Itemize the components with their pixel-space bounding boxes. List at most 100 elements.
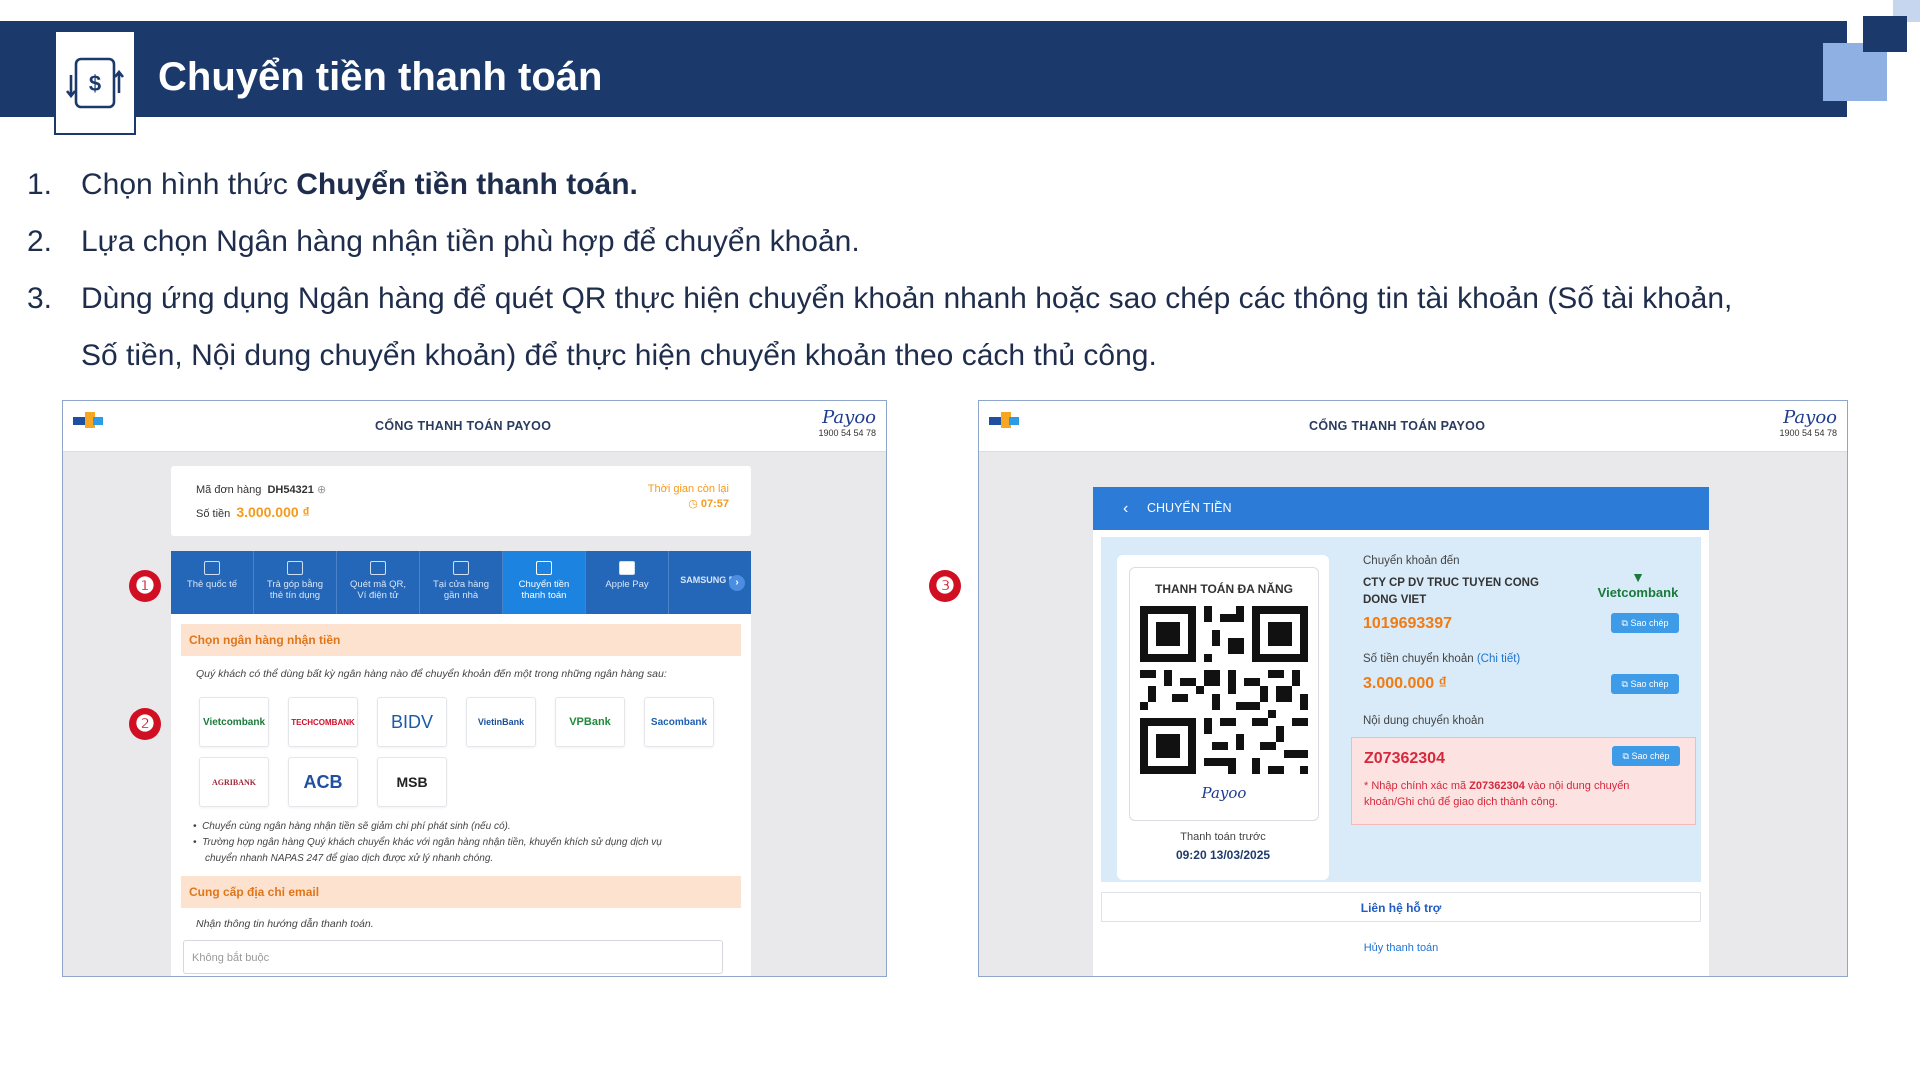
hotline: 1900 54 54 78 xyxy=(818,428,876,438)
copy-amount-button[interactable]: ⧉ Sao chép xyxy=(1611,674,1679,694)
slide-title: Chuyển tiền thanh toán xyxy=(158,55,603,99)
email-note: Nhận thông tin hướng dẫn thanh toán. xyxy=(196,918,374,930)
bank-sacombank[interactable]: Sacombank xyxy=(644,697,714,747)
step-text: Chọn hình thức xyxy=(81,168,297,201)
tab-samsung-pay[interactable]: SAMSUNG Pa › xyxy=(669,551,751,614)
content-label: Nội dung chuyển khoản xyxy=(1363,715,1484,727)
cancel-payment-link[interactable]: Hủy thanh toán xyxy=(1093,942,1709,954)
steps-list: 1. Chọn hình thức Chuyển tiền thanh toán… xyxy=(27,156,1887,384)
payoo-logo: Payoo xyxy=(1783,407,1837,428)
bank-acb[interactable]: ACB xyxy=(288,757,358,807)
bank-vietinbank[interactable]: VietinBank xyxy=(466,697,536,747)
tab-qr-wallet[interactable]: Quét mã QR, Ví điện tử xyxy=(337,551,420,614)
vietcombank-leaf-icon: ▼ xyxy=(1631,569,1645,585)
gateway-title: CỔNG THANH TOÁN PAYOO xyxy=(375,419,552,433)
tab-apple-pay[interactable]: Apple Pay xyxy=(586,551,669,614)
amount-label: Số tiền xyxy=(196,508,231,520)
qr-icon xyxy=(370,561,386,575)
step-text: Lựa chọn Ngân hàng nhận tiền phù hợp để … xyxy=(81,225,860,258)
pay-before-value: 09:20 13/03/2025 xyxy=(1175,848,1271,862)
order-summary-card: Mã đơn hàng DH54321 ⊕ Số tiền 3.000.000 … xyxy=(171,466,751,536)
transfer-to-label: Chuyển khoản đến xyxy=(1363,555,1460,567)
tab-store[interactable]: Tại cửa hàng gần nhà xyxy=(420,551,503,614)
transfer-info-area: THANH TOÁN ĐA NĂNG Payoo Thanh toán trướ… xyxy=(1101,537,1701,882)
content-warning: * Nhập chính xác mã Z07362304 vào nội du… xyxy=(1364,780,1630,808)
store-icon xyxy=(453,561,469,575)
info-icon[interactable]: ⊕ xyxy=(317,484,326,496)
transfer-icon xyxy=(536,561,552,575)
step-3: 3. Dùng ứng dụng Ngân hàng để quét QR th… xyxy=(27,270,1887,384)
company-name-cont: DONG VIET xyxy=(1363,594,1427,606)
payoo-logo: Payoo xyxy=(822,407,876,428)
bank-section-note: Quý khách có thể dùng bất kỳ ngân hàng n… xyxy=(196,668,667,680)
qr-title: THANH TOÁN ĐA NĂNG xyxy=(1155,582,1293,596)
qr-payoo-logo: Payoo xyxy=(1201,784,1247,802)
payment-method-tabs: Thẻ quốc tế Trả góp bằng thẻ tín dụng Qué… xyxy=(171,551,751,620)
screenshot-transfer-details: CỔNG THANH TOÁN PAYOO Payoo 1900 54 54 7… xyxy=(978,400,1848,977)
transfer-content-box: Z07362304 ⧉ Sao chép * Nhập chính xác mã… xyxy=(1351,737,1696,825)
order-id: DH54321 xyxy=(267,484,314,496)
pay-before-label: Thanh toán trước xyxy=(1180,831,1266,843)
bank-agribank[interactable]: AGRIBANK xyxy=(199,757,269,807)
installment-icon xyxy=(287,561,303,575)
note-item: Trường hợp ngân hàng Quý khách chuyển kh… xyxy=(202,837,662,848)
note-item: chuyển nhanh NAPAS 247 để giao dịch được… xyxy=(205,853,494,864)
bank-notes: • Chuyển cùng ngân hàng nhận tiền sẽ giả… xyxy=(193,819,662,867)
screenshot-bank-selection: CỔNG THANH TOÁN PAYOO Payoo 1900 54 54 7… xyxy=(62,400,887,977)
step-text-line2: Số tiền, Nội dung chuyển khoản) để thực … xyxy=(81,339,1157,372)
qr-code xyxy=(1140,606,1308,774)
company-name: CTY CP DV TRUC TUYEN CONG xyxy=(1363,577,1539,589)
tab-installment[interactable]: Trả góp bằng thẻ tín dụng xyxy=(254,551,337,614)
step-badge-3: ❸ xyxy=(929,570,961,602)
copy-content-button[interactable]: ⧉ Sao chép xyxy=(1612,746,1680,766)
timer-value: 07:57 xyxy=(700,498,729,510)
account-number: 1019693397 xyxy=(1363,615,1452,632)
bank-bidv[interactable]: BIDV xyxy=(377,697,447,747)
transfer-frame: ‹ CHUYỂN TIỀN THANH TOÁN ĐA NĂNG Payoo T… xyxy=(1093,487,1709,976)
email-input[interactable]: Không bắt buộc xyxy=(183,940,723,974)
bank-vpbank[interactable]: VPBank xyxy=(555,697,625,747)
bank-msb[interactable]: MSB xyxy=(377,757,447,807)
tab-international-card[interactable]: Thẻ quốc tế xyxy=(171,551,254,614)
gateway-title: CỔNG THANH TOÁN PAYOO xyxy=(1309,419,1486,433)
support-button[interactable]: Liên hệ hỗ trợ xyxy=(1101,892,1701,922)
amount-value: 3.000.000 ₫ xyxy=(236,504,310,520)
step-1: 1. Chọn hình thức Chuyển tiền thanh toán… xyxy=(27,156,1887,213)
qr-card: THANH TOÁN ĐA NĂNG Payoo Thanh toán trướ… xyxy=(1117,555,1329,880)
step-text-bold: Chuyển tiền thanh toán. xyxy=(296,168,638,201)
transfer-amount: 3.000.000 ₫ xyxy=(1363,675,1447,692)
bank-section-title: Chọn ngân hàng nhận tiền xyxy=(181,624,741,656)
bank-vietcombank[interactable]: Vietcombank xyxy=(199,697,269,747)
bank-selection-card: Chọn ngân hàng nhận tiền Quý khách có th… xyxy=(171,614,751,976)
step-number: 3. xyxy=(27,282,53,315)
vietcombank-logo: Vietcombank xyxy=(1597,585,1679,600)
detail-link[interactable]: (Chi tiết) xyxy=(1477,653,1520,665)
transfer-money-icon: $ xyxy=(54,30,136,135)
email-section-title: Cung cấp địa chỉ email xyxy=(181,876,741,908)
transfer-topbar: ‹ CHUYỂN TIỀN xyxy=(1093,487,1709,530)
copy-account-button[interactable]: ⧉ Sao chép xyxy=(1611,613,1679,633)
back-chevron-icon[interactable]: ‹ xyxy=(1123,487,1128,530)
apple-pay-icon xyxy=(619,561,635,575)
bank-techcombank[interactable]: TECHCOMBANK xyxy=(288,697,358,747)
content-code: Z07362304 xyxy=(1364,750,1445,767)
timer-label: Thời gian còn lại xyxy=(647,483,729,495)
tab-bank-transfer[interactable]: Chuyển tiền thanh toán xyxy=(503,551,586,620)
step-2: 2. Lựa chọn Ngân hàng nhận tiền phù hợp … xyxy=(27,213,1887,270)
step-number: 2. xyxy=(27,225,53,258)
note-item: Chuyển cùng ngân hàng nhận tiền sẽ giảm … xyxy=(202,821,511,832)
step-text-line1: Dùng ứng dụng Ngân hàng để quét QR thực … xyxy=(81,282,1733,315)
back-title[interactable]: CHUYỂN TIỀN xyxy=(1147,501,1232,515)
payoo-mini-logo xyxy=(989,412,1019,428)
clock-icon: ◷ xyxy=(688,498,698,510)
payoo-mini-logo xyxy=(73,412,103,428)
hotline: 1900 54 54 78 xyxy=(1779,428,1837,438)
svg-text:$: $ xyxy=(89,71,101,96)
card-icon xyxy=(204,561,220,575)
step-badge-1: ❶ xyxy=(129,570,161,602)
decor-square-dark xyxy=(1863,16,1907,52)
gateway-header: CỔNG THANH TOÁN PAYOO Payoo 1900 54 54 7… xyxy=(63,401,886,452)
step-badge-2: ❷ xyxy=(129,708,161,740)
gateway-header: CỔNG THANH TOÁN PAYOO Payoo 1900 54 54 7… xyxy=(979,401,1847,452)
chevron-right-icon[interactable]: › xyxy=(729,575,745,591)
